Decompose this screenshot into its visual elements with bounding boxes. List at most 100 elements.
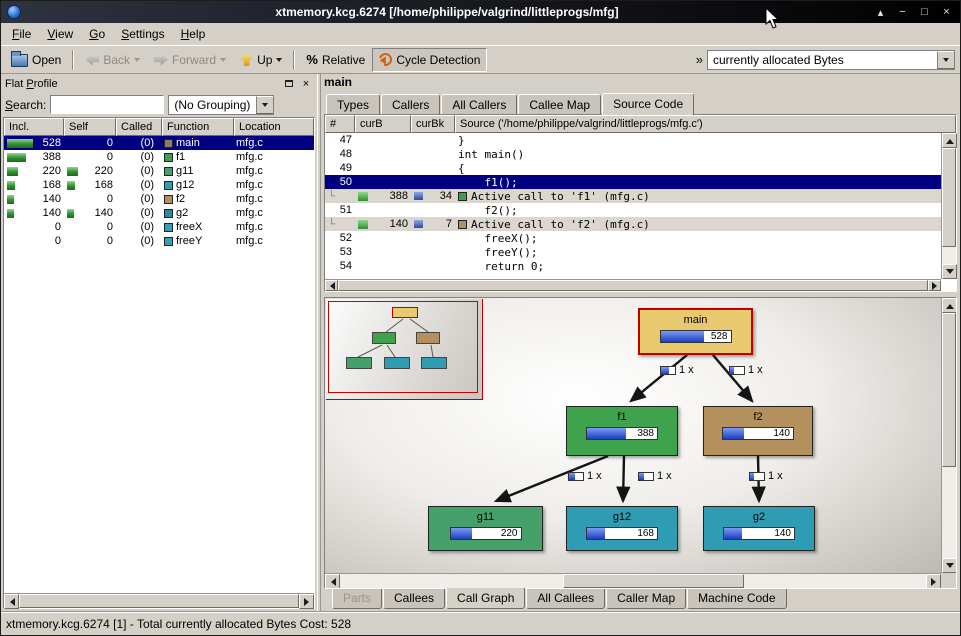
source-line[interactable]: 54 return 0; — [325, 259, 941, 273]
function-row[interactable]: 140 140 (0) g2 mfg.c — [4, 206, 314, 220]
bottom-tab[interactable]: Callees — [383, 589, 445, 609]
menu-item[interactable]: Settings — [113, 24, 172, 44]
source-view: # curB curBk Source ('/home/philippe/val… — [324, 114, 957, 292]
scroll-thumb[interactable] — [563, 574, 745, 588]
scroll-thumb[interactable] — [19, 594, 299, 608]
cycle-detection-toggle-button[interactable]: Cycle Detection — [372, 48, 487, 72]
graph-hscrollbar[interactable] — [325, 573, 941, 588]
source-line[interactable]: 53 freeY(); — [325, 245, 941, 259]
source-line[interactable]: 50 f1(); — [325, 175, 941, 189]
column-header-curbk[interactable]: curBk — [411, 115, 455, 133]
bottom-tab[interactable]: Call Graph — [446, 588, 525, 609]
self-cost-bar — [67, 181, 75, 190]
back-button[interactable]: Back — [78, 48, 147, 72]
maximize-button[interactable]: □ — [917, 5, 932, 20]
scroll-thumb[interactable] — [942, 313, 956, 467]
scroll-down-button[interactable] — [942, 558, 957, 573]
toolbar-overflow-button[interactable]: » — [692, 52, 707, 67]
source-line[interactable]: 51 f2(); — [325, 203, 941, 217]
incl-value: 0 — [55, 221, 61, 233]
menu-item[interactable]: File — [4, 24, 39, 44]
function-row[interactable]: 220 220 (0) g11 mfg.c — [4, 164, 314, 178]
cost-bar-icon — [358, 192, 368, 201]
scroll-down-button[interactable] — [942, 264, 957, 279]
event-type-select[interactable]: currently allocated Bytes — [707, 50, 955, 70]
cost-bar — [7, 139, 33, 148]
callee-color-icon — [458, 192, 467, 201]
source-vscrollbar[interactable] — [941, 133, 956, 279]
top-tab[interactable]: Source Code — [602, 93, 694, 115]
scroll-thumb[interactable] — [338, 280, 928, 291]
dock-float-button[interactable] — [282, 77, 296, 91]
dock-header[interactable]: Flat Profile × — [3, 75, 315, 92]
combo-arrow-button[interactable] — [256, 96, 273, 114]
search-input[interactable] — [50, 95, 164, 114]
column-header-line[interactable]: # — [325, 115, 355, 133]
menu-item[interactable]: View — [39, 24, 81, 44]
bottom-tab[interactable]: Machine Code — [687, 589, 786, 609]
scroll-right-button[interactable] — [926, 574, 941, 589]
graph-vscrollbar[interactable] — [941, 298, 956, 573]
top-tab[interactable]: All Callers — [441, 94, 517, 114]
bottom-tab[interactable]: Caller Map — [606, 589, 686, 609]
menu-item[interactable]: Help — [173, 24, 214, 44]
scroll-thumb[interactable] — [942, 148, 956, 247]
titlebar[interactable]: xtmemory.kcg.6274 [/home/philippe/valgri… — [1, 1, 960, 23]
source-line[interactable]: 47 } — [325, 133, 941, 147]
scroll-up-button[interactable] — [942, 298, 957, 313]
scroll-left-button[interactable] — [4, 594, 19, 609]
source-line[interactable]: 48 int main() — [325, 147, 941, 161]
dock-close-button[interactable]: × — [299, 77, 313, 91]
top-tab[interactable]: Callee Map — [518, 94, 601, 114]
scroll-right-button[interactable] — [928, 280, 941, 291]
function-row[interactable]: 528 0 (0) main mfg.c — [4, 136, 314, 150]
function-title: main — [324, 75, 957, 91]
minimize-button[interactable]: − — [895, 5, 910, 20]
flat-profile-hscrollbar[interactable] — [4, 593, 314, 608]
bottom-tab[interactable]: All Callees — [526, 589, 605, 609]
scroll-right-button[interactable] — [299, 594, 314, 609]
source-hscrollbar[interactable] — [325, 279, 941, 291]
function-row[interactable]: 168 168 (0) g12 mfg.c — [4, 178, 314, 192]
line-number: 47 — [340, 134, 352, 146]
edge-cost-bar — [729, 366, 745, 375]
close-button[interactable]: × — [939, 5, 954, 20]
column-header-curb[interactable]: curB — [355, 115, 411, 133]
source-line[interactable]: 52 freeX(); — [325, 231, 941, 245]
function-row[interactable]: 388 0 (0) f1 mfg.c — [4, 150, 314, 164]
bottom-tab[interactable]: Parts — [332, 589, 382, 609]
function-row[interactable]: 0 0 (0) freeY mfg.c — [4, 234, 314, 248]
forward-button[interactable]: Forward — [147, 48, 233, 72]
combo-arrow-button[interactable] — [937, 51, 954, 69]
scroll-left-button[interactable] — [325, 280, 338, 291]
column-header-location[interactable]: Location — [234, 118, 314, 136]
line-number: 51 — [340, 204, 352, 216]
scroll-left-button[interactable] — [325, 574, 340, 589]
self-value: 0 — [107, 151, 113, 163]
top-tab[interactable]: Types — [326, 94, 380, 114]
grouping-select[interactable]: (No Grouping) — [168, 95, 274, 115]
source-line[interactable]: 388 34 Active call to 'f1' (mfg.c) — [325, 189, 941, 203]
call-graph[interactable]: main 528 f1 388 f2 140 — [324, 297, 957, 589]
function-row[interactable]: 140 0 (0) f2 mfg.c — [4, 192, 314, 206]
graph-overview-minimap[interactable] — [326, 299, 483, 400]
scroll-up-button[interactable] — [942, 133, 957, 148]
column-header-source[interactable]: Source ('/home/philippe/valgrind/littlep… — [455, 115, 956, 133]
column-header-incl[interactable]: Incl. — [4, 118, 64, 136]
shade-button[interactable]: ▴ — [873, 5, 888, 20]
column-header-called[interactable]: Called — [116, 118, 162, 136]
called-value: (0) — [116, 220, 162, 234]
menu-item[interactable]: Go — [81, 24, 113, 44]
edge-cost-bar — [660, 366, 676, 375]
column-header-self[interactable]: Self — [64, 118, 116, 136]
relative-toggle-button[interactable]: % Relative — [299, 48, 372, 72]
top-tab[interactable]: Callers — [381, 94, 440, 114]
minimap-viewport[interactable] — [328, 301, 478, 393]
function-row[interactable]: 0 0 (0) freeX mfg.c — [4, 220, 314, 234]
up-button[interactable]: Up — [233, 48, 289, 72]
curb-value: 140 — [390, 218, 408, 230]
column-header-function[interactable]: Function — [162, 118, 234, 136]
source-line[interactable]: 49 { — [325, 161, 941, 175]
source-line[interactable]: 140 7 Active call to 'f2' (mfg.c) — [325, 217, 941, 231]
open-button[interactable]: Open — [4, 48, 68, 72]
